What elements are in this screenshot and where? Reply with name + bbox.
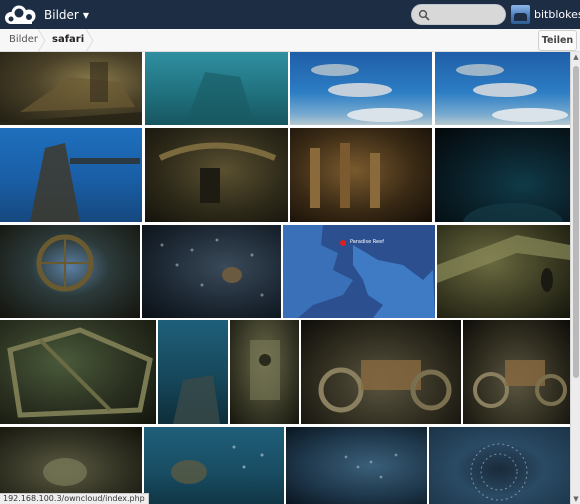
search-input[interactable] [411,4,506,25]
scrollbar-thumb[interactable] [573,66,579,378]
breadcrumb-separator-icon [85,29,94,52]
avatar [511,5,530,24]
user-name: bitblokes [534,8,580,21]
thumbnail-wreck-stern[interactable] [230,320,299,424]
thumbnail-fish-cloud[interactable] [286,427,427,504]
image-gallery: Paradise Reef [0,52,570,504]
thumbnail-dolphins-2[interactable] [435,52,570,125]
thumbnail-dolphins-1[interactable] [290,52,432,125]
top-header: Bilder ▼ bitblokes ▼ [0,0,580,29]
thumbnail-map[interactable]: Paradise Reef [283,225,435,318]
search-icon [418,9,430,21]
vertical-scrollbar[interactable]: ▲ ▼ [570,52,580,504]
share-button[interactable]: Teilen [538,30,577,51]
browser-status-url: 192.168.100.3/owncloud/index.php [0,493,149,504]
thumbnail-fish-swirl[interactable] [429,427,570,504]
breadcrumb-home[interactable]: Bilder [9,34,38,45]
thumbnail-wreck-hull[interactable] [0,320,156,424]
thumbnail-fish-school[interactable] [142,225,281,318]
breadcrumb-current[interactable]: safari [52,34,84,45]
scroll-up-icon[interactable]: ▲ [572,52,580,62]
thumbnail-wreck-interior[interactable] [437,225,570,318]
owncloud-logo[interactable] [2,3,40,27]
scroll-down-icon[interactable]: ▼ [572,494,580,504]
thumbnail-motorbike-1[interactable] [301,320,461,424]
thumbnail-wreck-cabin[interactable] [145,128,288,222]
app-menu-button[interactable]: Bilder ▼ [44,4,89,26]
thumbnail-dark-diver[interactable] [435,128,570,222]
map-place-label: Paradise Reef [350,239,384,245]
thumbnail-teal-water[interactable] [145,52,288,125]
thumbnail-wreck-engine[interactable] [290,128,432,222]
thumbnail-wreck-blue[interactable] [0,128,142,222]
controls-bar: Bilder safari Teilen [0,29,580,52]
thumbnail-diver-fish[interactable] [144,427,284,504]
breadcrumb-separator-icon [37,29,46,52]
photos-app-window: Bilder ▼ bitblokes ▼ Bilder safari Teile… [0,0,580,504]
thumbnail-wreck-window[interactable] [0,225,140,318]
chevron-down-icon: ▼ [82,10,89,20]
thumbnail-wreck-deck[interactable] [0,52,142,125]
app-menu-label: Bilder [44,8,79,22]
user-menu[interactable]: bitblokes ▼ [511,4,580,25]
thumbnail-diver-deep[interactable] [158,320,228,424]
thumbnail-motorbike-2[interactable] [463,320,570,424]
